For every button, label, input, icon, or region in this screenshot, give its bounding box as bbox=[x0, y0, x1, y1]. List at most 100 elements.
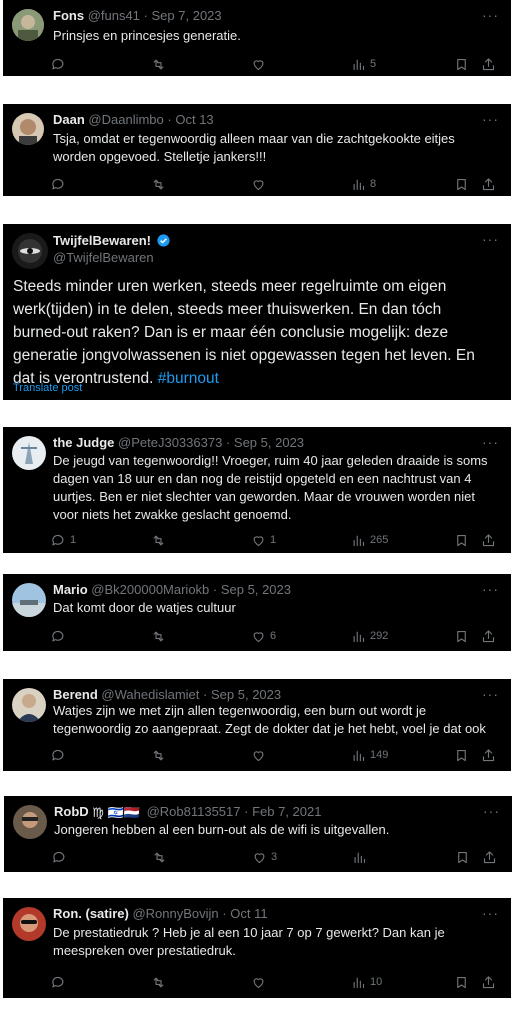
post-date[interactable]: Sep 5, 2023 bbox=[234, 435, 304, 450]
tweet-card[interactable]: RobD ♍ 🇮🇱🇳🇱 @Rob81135517 · Feb 7, 2021 ·… bbox=[4, 796, 512, 872]
bookmark-button[interactable] bbox=[454, 175, 469, 193]
tweet-card[interactable]: the Judge @PeteJ30336373 · Sep 5, 2023 ·… bbox=[3, 427, 511, 553]
author-name[interactable]: TwijfelBewaren! bbox=[53, 233, 151, 248]
bookmark-button[interactable] bbox=[454, 55, 469, 73]
author-handle[interactable]: @Bk200000Mariokb bbox=[91, 582, 209, 597]
like-button[interactable] bbox=[251, 55, 270, 73]
tweet-card[interactable]: Mario @Bk200000Mariokb · Sep 5, 2023 ···… bbox=[3, 574, 511, 651]
post-date[interactable]: Feb 7, 2021 bbox=[252, 804, 321, 819]
more-icon[interactable]: ··· bbox=[482, 581, 499, 597]
post-date[interactable]: Oct 11 bbox=[230, 906, 267, 921]
repost-button[interactable] bbox=[151, 627, 170, 645]
more-icon[interactable]: ··· bbox=[482, 686, 499, 702]
bookmark-button[interactable] bbox=[454, 973, 469, 991]
avatar[interactable] bbox=[12, 233, 48, 269]
reply-button[interactable] bbox=[51, 175, 70, 193]
avatar[interactable] bbox=[12, 583, 46, 617]
tweet-card[interactable]: Fons @funs41 · Sep 7, 2023 ··· Prinsjes … bbox=[3, 0, 511, 76]
avatar[interactable] bbox=[12, 113, 44, 145]
like-button[interactable] bbox=[251, 973, 270, 991]
bookmark-button[interactable] bbox=[454, 531, 469, 549]
more-icon[interactable]: ··· bbox=[482, 905, 499, 921]
avatar[interactable] bbox=[12, 9, 44, 41]
views-button[interactable]: 265 bbox=[351, 531, 388, 549]
hashtag-link[interactable]: #burnout bbox=[158, 370, 219, 387]
author-handle[interactable]: @Daanlimbo bbox=[88, 112, 163, 127]
reply-button[interactable] bbox=[51, 973, 70, 991]
share-button[interactable] bbox=[481, 973, 496, 991]
reply-button[interactable] bbox=[52, 848, 71, 866]
views-button[interactable]: 292 bbox=[351, 627, 388, 645]
more-icon[interactable]: ··· bbox=[482, 231, 499, 247]
share-button[interactable] bbox=[481, 531, 496, 549]
tweet-header: Daan @Daanlimbo · Oct 13 bbox=[53, 112, 501, 127]
like-button[interactable]: 1 bbox=[251, 531, 276, 549]
author-handle[interactable]: @TwijfelBewaren bbox=[53, 249, 170, 266]
views-button[interactable] bbox=[352, 848, 371, 866]
tweet-header: the Judge @PeteJ30336373 · Sep 5, 2023 bbox=[53, 435, 501, 450]
views-button[interactable]: 149 bbox=[351, 746, 388, 764]
repost-button[interactable] bbox=[152, 848, 171, 866]
author-name[interactable]: RobD bbox=[54, 804, 89, 819]
tweet-card[interactable]: Daan @Daanlimbo · Oct 13 ··· Tsja, omdat… bbox=[3, 104, 511, 196]
author-name[interactable]: Berend bbox=[53, 687, 98, 702]
translate-post-link[interactable]: Translate post bbox=[13, 382, 82, 394]
separator: · bbox=[212, 582, 218, 597]
like-button[interactable]: 6 bbox=[251, 627, 276, 645]
reply-button[interactable] bbox=[51, 746, 70, 764]
bookmark-button[interactable] bbox=[454, 627, 469, 645]
author-name[interactable]: Mario bbox=[53, 582, 88, 597]
more-icon[interactable]: ··· bbox=[482, 7, 499, 23]
tweet-card-expanded[interactable]: TwijfelBewaren! @TwijfelBewaren ··· Stee… bbox=[3, 224, 511, 400]
repost-button[interactable] bbox=[151, 55, 170, 73]
like-button[interactable]: 3 bbox=[252, 848, 277, 866]
views-button[interactable]: 8 bbox=[351, 175, 376, 193]
bookmark-button[interactable] bbox=[455, 848, 470, 866]
author-name[interactable]: Daan bbox=[53, 112, 85, 127]
repost-button[interactable] bbox=[151, 746, 170, 764]
reply-button[interactable]: 1 bbox=[51, 531, 76, 549]
tweet-card[interactable]: Berend @Wahedislamiet · Sep 5, 2023 ··· … bbox=[3, 679, 511, 771]
reply-button[interactable] bbox=[51, 55, 70, 73]
reply-button[interactable] bbox=[51, 627, 70, 645]
like-icon bbox=[253, 977, 264, 988]
avatar[interactable] bbox=[13, 805, 47, 839]
views-button[interactable]: 5 bbox=[351, 55, 376, 73]
avatar[interactable] bbox=[12, 688, 46, 722]
post-date[interactable]: Sep 5, 2023 bbox=[221, 582, 291, 597]
share-button[interactable] bbox=[481, 175, 496, 193]
like-button[interactable] bbox=[251, 175, 270, 193]
share-button[interactable] bbox=[481, 746, 496, 764]
author-handle[interactable]: @Rob81135517 bbox=[147, 804, 241, 819]
author-name[interactable]: Ron. (satire) bbox=[53, 906, 129, 921]
author-handle[interactable]: @funs41 bbox=[88, 8, 140, 23]
reply-icon bbox=[52, 58, 64, 69]
post-date[interactable]: Oct 13 bbox=[175, 112, 213, 127]
avatar[interactable] bbox=[12, 907, 46, 941]
author-handle[interactable]: @RonnyBovijn bbox=[132, 906, 218, 921]
share-button[interactable] bbox=[482, 848, 497, 866]
repost-button[interactable] bbox=[151, 175, 170, 193]
share-icon bbox=[482, 629, 495, 642]
repost-button[interactable] bbox=[151, 531, 170, 549]
repost-icon bbox=[153, 977, 164, 987]
more-icon[interactable]: ··· bbox=[482, 434, 499, 450]
author-name[interactable]: Fons bbox=[53, 8, 84, 23]
avatar[interactable] bbox=[12, 436, 46, 470]
author-handle[interactable]: @Wahedislamiet bbox=[101, 687, 199, 702]
tweet-text: Tsja, omdat er tegenwoordig alleen maar … bbox=[53, 131, 455, 164]
repost-button[interactable] bbox=[151, 973, 170, 991]
views-button[interactable]: 10 bbox=[351, 973, 382, 991]
share-button[interactable] bbox=[481, 627, 496, 645]
author-name[interactable]: the Judge bbox=[53, 435, 114, 450]
post-date[interactable]: Sep 7, 2023 bbox=[152, 8, 222, 23]
author-handle[interactable]: @PeteJ30336373 bbox=[118, 435, 222, 450]
bookmark-button[interactable] bbox=[454, 746, 469, 764]
share-icon bbox=[482, 57, 495, 70]
tweet-card[interactable]: Ron. (satire) @RonnyBovijn · Oct 11 ··· … bbox=[3, 898, 511, 998]
share-button[interactable] bbox=[481, 55, 496, 73]
like-button[interactable] bbox=[251, 746, 270, 764]
more-icon[interactable]: ··· bbox=[483, 803, 500, 819]
more-icon[interactable]: ··· bbox=[482, 111, 499, 127]
post-date[interactable]: Sep 5, 2023 bbox=[211, 687, 281, 702]
